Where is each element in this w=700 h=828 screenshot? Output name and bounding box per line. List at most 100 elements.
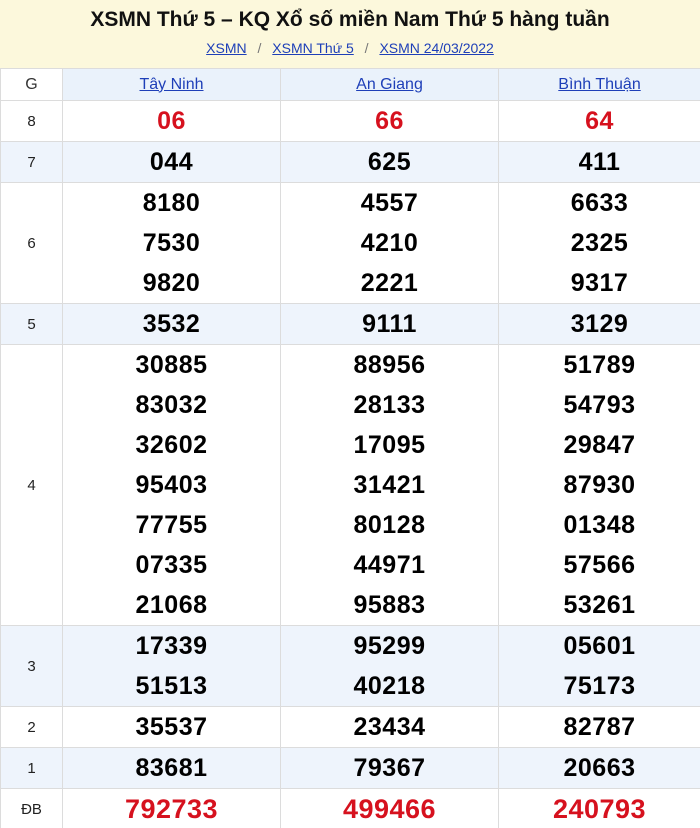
result-cell: 06 — [62, 100, 281, 142]
result-number: 17095 — [353, 431, 426, 459]
result-number: 79367 — [353, 754, 426, 782]
prize-label: 1 — [0, 747, 63, 789]
result-number: 499466 — [342, 794, 437, 824]
result-cell: 83681 — [62, 747, 281, 789]
prize-row: 4 30885 83032 32602 95403 77755 07335 21068 8895… — [0, 344, 700, 626]
result-number: 8180 — [142, 189, 201, 217]
result-cell: 51789 54793 29847 87930 01348 57566 53261 — [498, 344, 700, 626]
result-number: 7530 — [142, 229, 201, 257]
result-cell: 64 — [498, 100, 700, 142]
result-number: 21068 — [135, 591, 208, 619]
page-header: XSMN Thứ 5 – KQ Xổ số miền Nam Thứ 5 hàn… — [0, 0, 700, 68]
result-number: 51513 — [135, 672, 208, 700]
prize-row: 6 8180 7530 9820 4557 4210 2221 6633 2325 9317 — [0, 182, 700, 304]
result-number: 240793 — [552, 794, 647, 824]
result-number: 75173 — [563, 672, 636, 700]
result-cell: 499466 — [280, 788, 499, 828]
result-cell: 35537 — [62, 706, 281, 748]
result-cell: 792733 — [62, 788, 281, 828]
prize-column-header: G — [0, 68, 63, 101]
result-cell: 88956 28133 17095 31421 80128 44971 95883 — [280, 344, 499, 626]
result-number: 01348 — [563, 511, 636, 539]
result-number: 32602 — [135, 431, 208, 459]
result-number: 4557 — [360, 189, 419, 217]
result-number: 54793 — [563, 391, 636, 419]
breadcrumb: XSMN / XSMN Thứ 5 / XSMN 24/03/2022 — [0, 37, 700, 59]
result-number: 044 — [149, 148, 194, 176]
breadcrumb-link-date[interactable]: XSMN 24/03/2022 — [379, 40, 493, 56]
prize-label: 8 — [0, 100, 63, 142]
prize-row: 7 044 625 411 — [0, 141, 700, 183]
breadcrumb-separator: / — [364, 40, 369, 56]
result-cell: 82787 — [498, 706, 700, 748]
result-number: 23434 — [353, 713, 426, 741]
result-number: 6633 — [570, 189, 629, 217]
result-number: 06 — [157, 107, 186, 135]
result-number: 20663 — [563, 754, 636, 782]
result-number: 9820 — [142, 269, 201, 297]
prize-label: 3 — [0, 625, 63, 707]
result-number: 9317 — [570, 269, 629, 297]
result-number: 64 — [585, 107, 614, 135]
result-cell: 66 — [280, 100, 499, 142]
province-header-tay-ninh: Tây Ninh — [62, 68, 281, 101]
result-number: 95403 — [135, 471, 208, 499]
breadcrumb-link-xsmn-thu-5[interactable]: XSMN Thứ 5 — [272, 40, 353, 56]
prize-label: 7 — [0, 141, 63, 183]
prize-row: 2 35537 23434 82787 — [0, 706, 700, 748]
page-title: XSMN Thứ 5 – KQ Xổ số miền Nam Thứ 5 hàn… — [90, 8, 610, 31]
result-number: 29847 — [563, 431, 636, 459]
prize-row: 8 06 66 64 — [0, 100, 700, 142]
result-number: 30885 — [135, 351, 208, 379]
result-cell: 625 — [280, 141, 499, 183]
results-body: 8 06 66 64 7 044 625 411 6 8180 7530 9820 4557 4210 22… — [0, 100, 700, 828]
prize-label: 4 — [0, 344, 63, 626]
result-cell: 9111 — [280, 303, 499, 345]
result-cell: 05601 75173 — [498, 625, 700, 707]
result-number: 66 — [375, 107, 404, 135]
result-number: 3129 — [570, 310, 629, 338]
result-number: 9111 — [362, 310, 417, 338]
province-link-an-giang[interactable]: An Giang — [356, 76, 423, 93]
result-number: 2221 — [360, 269, 419, 297]
result-cell: 95299 40218 — [280, 625, 499, 707]
result-cell: 411 — [498, 141, 700, 183]
province-link-tay-ninh[interactable]: Tây Ninh — [139, 76, 203, 93]
result-number: 95883 — [353, 591, 426, 619]
result-number: 17339 — [135, 632, 208, 660]
result-cell: 30885 83032 32602 95403 77755 07335 21068 — [62, 344, 281, 626]
result-cell: 8180 7530 9820 — [62, 182, 281, 304]
result-cell: 3532 — [62, 303, 281, 345]
result-number: 411 — [578, 148, 621, 176]
result-number: 95299 — [353, 632, 426, 660]
province-link-binh-thuan[interactable]: Bình Thuận — [558, 76, 640, 93]
result-number: 625 — [367, 148, 412, 176]
result-number: 87930 — [563, 471, 636, 499]
province-header-binh-thuan: Bình Thuận — [498, 68, 700, 101]
result-number: 31421 — [353, 471, 426, 499]
result-number: 44971 — [353, 551, 426, 579]
result-number: 792733 — [124, 794, 219, 824]
prize-row: 3 17339 51513 95299 40218 05601 75173 — [0, 625, 700, 707]
result-number: 35537 — [135, 713, 208, 741]
result-cell: 4557 4210 2221 — [280, 182, 499, 304]
result-number: 82787 — [563, 713, 636, 741]
prize-row: 5 3532 9111 3129 — [0, 303, 700, 345]
result-number: 40218 — [353, 672, 426, 700]
result-number: 83032 — [135, 391, 208, 419]
table-header-row: G Tây Ninh An Giang Bình Thuận — [0, 68, 700, 101]
result-number: 51789 — [563, 351, 636, 379]
result-number: 07335 — [135, 551, 208, 579]
breadcrumb-separator: / — [257, 40, 262, 56]
breadcrumb-link-xsmn[interactable]: XSMN — [206, 40, 246, 56]
result-number: 77755 — [135, 511, 208, 539]
result-number: 2325 — [570, 229, 629, 257]
prize-label: 5 — [0, 303, 63, 345]
result-number: 3532 — [142, 310, 201, 338]
result-cell: 17339 51513 — [62, 625, 281, 707]
prize-label: 2 — [0, 706, 63, 748]
result-cell: 6633 2325 9317 — [498, 182, 700, 304]
result-number: 05601 — [563, 632, 636, 660]
province-header-an-giang: An Giang — [280, 68, 499, 101]
result-cell: 3129 — [498, 303, 700, 345]
